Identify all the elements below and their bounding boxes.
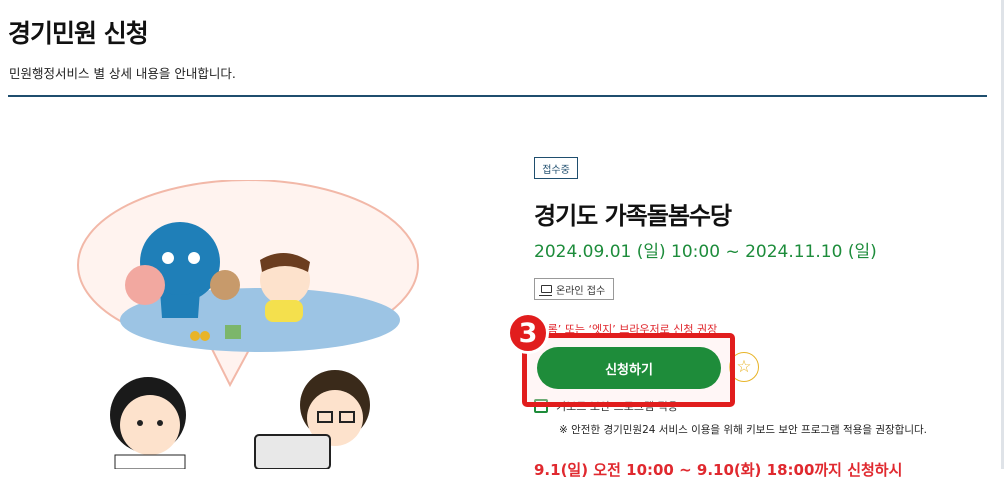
keyboard-security-notice: ※ 안전한 경기민원24 서비스 이용을 위해 키보드 보안 프로그램 적용을 … (559, 424, 927, 436)
step-marker: 3 (507, 312, 549, 354)
header-divider (8, 95, 987, 97)
online-badge: 온라인 접수 (534, 278, 615, 300)
application-period: 2024.09.01 (일) 10:00 ~ 2024.11.10 (일) (534, 242, 877, 262)
service-illustration (77, 180, 419, 469)
star-icon: ☆ (736, 357, 752, 377)
apply-button[interactable]: 신청하기 (537, 347, 721, 389)
monitor-icon (539, 285, 552, 296)
page-description: 민원행정서비스 별 상세 내용을 안내합니다. (9, 66, 236, 81)
page-title: 경기민원 신청 (8, 19, 149, 48)
application-notice: 9.1(일) 오전 10:00 ~ 9.10(화) 18:00까지 신청하시 (534, 461, 903, 479)
online-badge-label: 온라인 접수 (556, 285, 606, 297)
status-badge: 접수중 (534, 157, 578, 179)
service-title: 경기도 가족돌봄수당 (534, 202, 732, 230)
